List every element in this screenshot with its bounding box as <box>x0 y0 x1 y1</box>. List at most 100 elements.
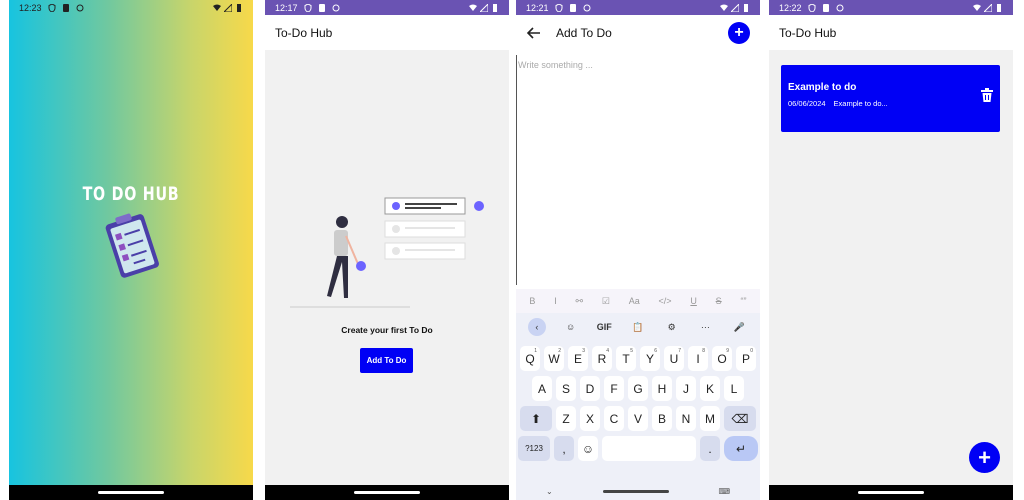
key-e[interactable]: E3 <box>568 346 588 371</box>
key-p[interactable]: P0 <box>736 346 756 371</box>
app-bar: To-Do Hub <box>769 15 1013 50</box>
battery-icon <box>997 3 1001 12</box>
clipboard-logo-icon <box>105 213 159 278</box>
hide-keyboard-icon[interactable]: ⌄ <box>546 487 553 496</box>
add-todo-fab[interactable]: + <box>969 442 1000 473</box>
home-handle[interactable] <box>354 491 420 494</box>
key-g[interactable]: G <box>628 376 648 401</box>
key-o[interactable]: O9 <box>712 346 732 371</box>
key-x[interactable]: X <box>580 406 600 431</box>
key-k[interactable]: K <box>700 376 720 401</box>
todo-editor-input[interactable]: Write something ... <box>516 55 760 285</box>
battery-icon <box>493 3 497 12</box>
checkbox-icon[interactable]: ☑ <box>602 296 610 307</box>
page-title: To-Do Hub <box>779 25 837 40</box>
space-key[interactable] <box>602 436 696 461</box>
key-i[interactable]: I8 <box>688 346 708 371</box>
sync-icon <box>583 4 591 11</box>
comma-key[interactable]: , <box>554 436 574 461</box>
key-h[interactable]: H <box>652 376 672 401</box>
todo-card[interactable]: Example to do 06/06/2024 Example to do..… <box>781 65 1000 132</box>
key-j[interactable]: J <box>676 376 696 401</box>
plus-icon: + <box>978 444 991 470</box>
underline-icon[interactable]: U <box>690 296 697 306</box>
sim-icon <box>318 3 325 12</box>
shield-icon <box>48 3 56 12</box>
app-bar: To-Do Hub <box>265 15 509 50</box>
quote-icon[interactable]: “” <box>740 296 746 306</box>
gif-icon[interactable]: GIF <box>595 318 613 336</box>
key-f[interactable]: F <box>604 376 624 401</box>
enter-key-icon[interactable]: ↵ <box>724 436 758 461</box>
home-handle[interactable] <box>602 489 669 493</box>
bold-icon[interactable]: B <box>529 296 535 306</box>
settings-gear-icon[interactable]: ⚙ <box>663 318 681 336</box>
wifi-icon <box>469 4 477 11</box>
key-r[interactable]: R4 <box>592 346 612 371</box>
home-handle[interactable] <box>98 491 164 494</box>
key-u[interactable]: U7 <box>664 346 684 371</box>
shift-key-icon[interactable]: ⬆ <box>520 406 552 431</box>
emoji-key-icon[interactable]: ☺ <box>578 436 598 461</box>
key-q[interactable]: Q1 <box>520 346 540 371</box>
code-icon[interactable]: </> <box>659 296 672 306</box>
key-a[interactable]: A <box>532 376 552 401</box>
page-title: To-Do Hub <box>275 25 333 40</box>
status-bar: 12:23 <box>9 0 253 15</box>
page-title: Add To Do <box>556 25 612 40</box>
format-toolbar: B I ⚯ ☑ Aa </> U S “” <box>516 289 760 313</box>
wifi-icon <box>720 4 728 11</box>
sticker-icon[interactable]: ☺ <box>562 318 580 336</box>
key-m[interactable]: M <box>700 406 720 431</box>
add-todo-screen: 12:21 Add To Do + Write something ... B … <box>516 0 760 500</box>
key-y[interactable]: Y6 <box>640 346 660 371</box>
status-time: 12:17 <box>275 2 298 13</box>
key-t[interactable]: T5 <box>616 346 636 371</box>
back-arrow-icon[interactable] <box>526 25 542 41</box>
sync-icon <box>76 4 84 11</box>
nav-bar <box>265 485 509 500</box>
todo-preview: Example to do... <box>833 99 888 108</box>
text-size-icon[interactable]: Aa <box>629 296 640 306</box>
key-z[interactable]: Z <box>556 406 576 431</box>
nav-bar <box>9 485 253 500</box>
signal-icon <box>480 3 488 12</box>
key-n[interactable]: N <box>676 406 696 431</box>
italic-icon[interactable]: I <box>554 296 557 306</box>
collapse-toolbar-icon[interactable]: ‹ <box>527 318 546 336</box>
backspace-key-icon[interactable]: ⌫ <box>724 406 756 431</box>
link-icon[interactable]: ⚯ <box>576 296 584 307</box>
period-key[interactable]: . <box>700 436 720 461</box>
signal-icon <box>224 3 232 12</box>
trash-icon[interactable] <box>981 88 993 102</box>
todo-title: Example to do <box>788 82 857 93</box>
key-s[interactable]: S <box>556 376 576 401</box>
key-w[interactable]: W2 <box>544 346 564 371</box>
home-handle[interactable] <box>858 491 924 494</box>
microphone-icon[interactable]: 🎤 <box>730 318 748 336</box>
wifi-icon <box>213 4 221 11</box>
save-todo-button[interactable]: + <box>728 21 750 44</box>
strikethrough-icon[interactable]: S <box>716 296 722 306</box>
status-time: 12:21 <box>526 2 549 13</box>
key-b[interactable]: B <box>652 406 672 431</box>
key-v[interactable]: V <box>628 406 648 431</box>
key-l[interactable]: L <box>724 376 744 401</box>
todo-date: 06/06/2024 <box>788 99 826 108</box>
signal-icon <box>984 3 992 12</box>
more-icon[interactable]: ··· <box>696 318 714 336</box>
keyboard-switch-icon[interactable]: ⌨ <box>718 487 730 496</box>
battery-icon <box>237 3 241 12</box>
key-row-2: A S D F G H J K L <box>516 376 760 401</box>
symbols-key[interactable]: ?123 <box>518 436 550 461</box>
clipboard-icon[interactable]: 📋 <box>629 318 647 336</box>
editor-placeholder: Write something ... <box>518 60 593 70</box>
status-time: 12:22 <box>779 2 802 13</box>
add-todo-button[interactable]: Add To Do <box>360 348 413 373</box>
plus-icon: + <box>734 23 744 41</box>
wifi-icon <box>973 4 981 11</box>
nav-bar <box>769 485 1013 500</box>
key-row-3: ⬆ Z X C V B N M ⌫ <box>516 406 760 431</box>
key-c[interactable]: C <box>604 406 624 431</box>
key-d[interactable]: D <box>580 376 600 401</box>
